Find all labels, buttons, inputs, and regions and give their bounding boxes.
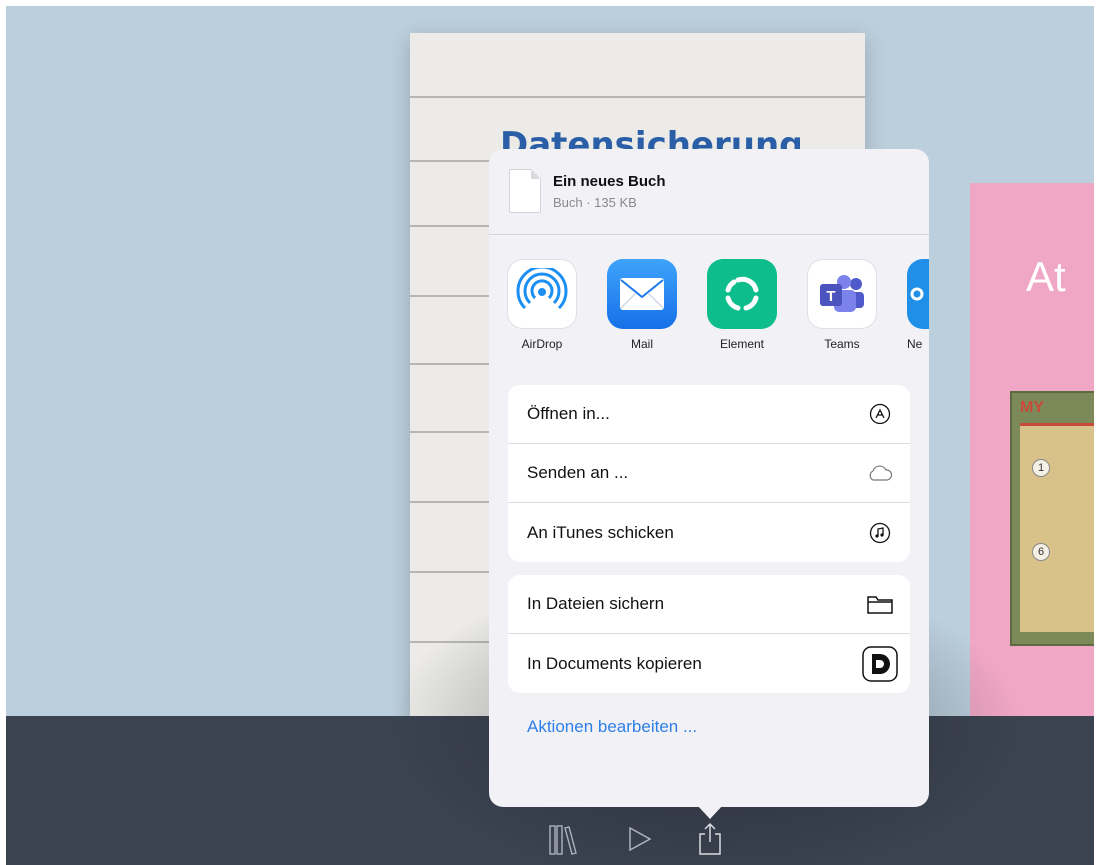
file-name: Ein neues Buch — [553, 173, 666, 190]
action-label: Öffnen in... — [527, 404, 610, 423]
app-element[interactable]: Element — [699, 259, 779, 359]
action-itunes[interactable]: An iTunes schicken — [508, 503, 910, 562]
documents-app-icon — [862, 645, 898, 682]
share-header: Ein neues Buch Buch · 135 KB — [489, 149, 929, 235]
share-sheet: Ein neues Buch Buch · 135 KB AirDrop Mai… — [489, 149, 929, 807]
book-title: At — [1026, 253, 1066, 300]
partial-app-icon — [907, 259, 929, 329]
action-open-in[interactable]: Öffnen in... — [508, 385, 910, 444]
action-copy-to-documents[interactable]: In Documents kopieren — [508, 634, 910, 693]
board-dot: 6 — [1032, 543, 1050, 561]
action-save-to-files[interactable]: In Dateien sichern — [508, 575, 910, 634]
app-teams[interactable]: T Teams — [799, 259, 879, 359]
actions-group-1: Öffnen in... Senden an ... An iTunes sch… — [508, 385, 910, 562]
divider — [489, 234, 929, 235]
app-airdrop[interactable]: AirDrop — [499, 259, 579, 359]
app-row: AirDrop Mail Element T Teams Ne — [489, 259, 929, 359]
mail-icon — [607, 259, 677, 329]
app-label: Mail — [630, 337, 653, 351]
airdrop-icon — [507, 259, 577, 329]
popover-arrow — [697, 805, 723, 819]
svg-text:T: T — [826, 288, 835, 305]
action-label: Senden an ... — [527, 463, 629, 482]
app-label: Teams — [824, 337, 860, 351]
board-badge: MY — [1020, 399, 1044, 416]
library-icon[interactable] — [548, 822, 578, 856]
element-icon — [707, 259, 777, 329]
edit-actions-link[interactable]: Aktionen bearbeiten ... — [527, 717, 697, 737]
app-store-icon — [866, 400, 894, 428]
action-label: In Dateien sichern — [527, 594, 665, 613]
teams-icon: T — [807, 259, 877, 329]
document-icon — [509, 169, 541, 213]
action-label: In Documents kopieren — [527, 653, 702, 673]
actions-group-2: In Dateien sichern In Documents kopieren — [508, 575, 910, 693]
app-label: Element — [719, 337, 765, 351]
app-partial[interactable]: Ne — [899, 259, 929, 359]
board-dot: 1 — [1032, 459, 1050, 477]
app-label: Ne — [907, 337, 923, 351]
cloud-icon — [866, 459, 894, 487]
action-send-to[interactable]: Senden an ... — [508, 444, 910, 503]
action-label: An iTunes schicken — [527, 522, 674, 542]
app-label: AirDrop — [521, 337, 563, 351]
share-icon[interactable] — [695, 822, 725, 856]
music-note-icon — [866, 519, 894, 547]
folder-icon — [866, 590, 894, 618]
file-meta: Buch · 135 KB — [553, 195, 637, 210]
play-icon[interactable] — [625, 822, 655, 856]
app-mail[interactable]: Mail — [599, 259, 679, 359]
